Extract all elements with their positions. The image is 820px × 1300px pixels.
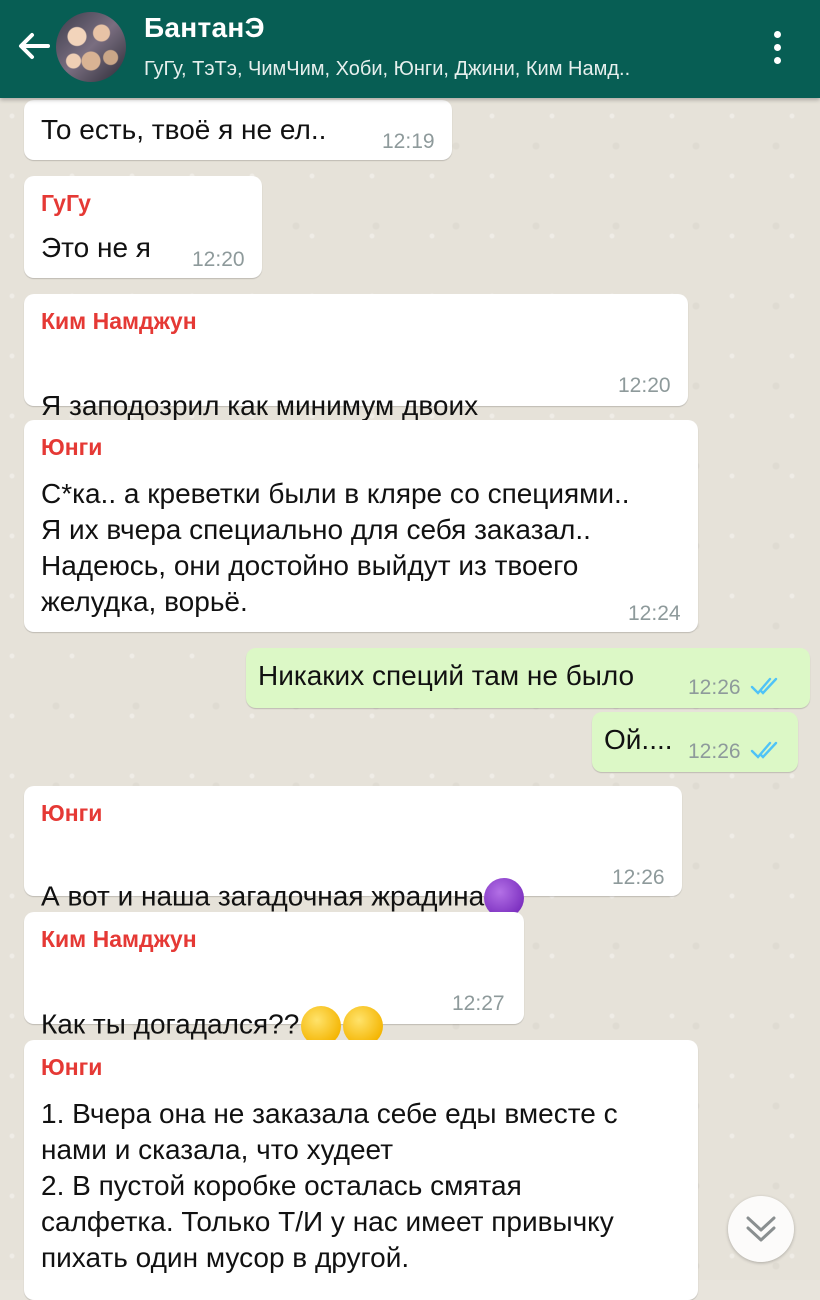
- message-bubble[interactable]: Юнги С*ка.. а креветки были в кляре со с…: [24, 420, 698, 632]
- message-text: Ой....: [604, 724, 673, 755]
- message-sender[interactable]: ГуГу: [41, 190, 91, 217]
- back-button[interactable]: [14, 26, 54, 66]
- message-sender[interactable]: Ким Намджун: [41, 926, 197, 953]
- scroll-to-bottom-button[interactable]: [728, 1196, 794, 1262]
- message-text: Это не я: [41, 232, 151, 263]
- message-text: С*ка.. а креветки были в кляре со специя…: [41, 478, 630, 617]
- message-text: А вот и наша загадочная жрадина: [41, 842, 525, 945]
- message-text: Как ты догадался??: [41, 970, 384, 1076]
- message-bubble[interactable]: То есть, твоё я не ел.. 12:19: [24, 100, 452, 160]
- message-text: 1. Вчера она не заказала себе еды вместе…: [41, 1098, 618, 1273]
- message-bubble[interactable]: Ким Намджун Я заподозрил как минимум дво…: [24, 294, 688, 488]
- message-bubble-outgoing[interactable]: Никаких специй там не было 12:26: [246, 648, 810, 708]
- message-text: То есть, твоё я не ел..: [41, 114, 327, 145]
- message-sender[interactable]: Юнги: [41, 434, 102, 461]
- message-time: 12:26: [688, 740, 741, 763]
- message-bubble-outgoing[interactable]: Ой.... 12:26: [592, 712, 798, 772]
- more-vertical-icon[interactable]: [760, 24, 794, 70]
- message-time: 12:20: [192, 248, 245, 271]
- chat-title[interactable]: БантанЭ: [144, 12, 265, 44]
- message-time: 12:26: [688, 676, 741, 699]
- message-text: Никаких специй там не было: [258, 660, 635, 691]
- message-sender[interactable]: Юнги: [41, 1054, 102, 1081]
- chat-participants: ГуГу, ТэТэ, ЧимЧим, Хоби, Юнги, Джини, К…: [144, 58, 631, 80]
- double-check-icon: [750, 677, 778, 695]
- message-text-content: А вот и наша загадочная жрадина: [41, 880, 485, 912]
- message-bubble[interactable]: Ким Намджун Как ты догадался?? 12:27: [24, 912, 524, 1076]
- group-avatar[interactable]: [56, 12, 126, 82]
- message-text-content: Я заподозрил как минимум двоих: [41, 390, 479, 421]
- message-sender[interactable]: Ким Намджун: [41, 308, 197, 335]
- message-bubble[interactable]: Юнги 1. Вчера она не заказала себе еды в…: [24, 1040, 698, 1300]
- chat-header: БантанЭ ГуГу, ТэТэ, ЧимЧим, Хоби, Юнги, …: [0, 0, 820, 98]
- double-check-icon: [750, 741, 778, 759]
- message-time: 12:26: [612, 866, 665, 889]
- message-sender[interactable]: Юнги: [41, 800, 102, 827]
- message-bubble[interactable]: ГуГу Это не я 12:20: [24, 176, 262, 278]
- message-time: 12:27: [452, 992, 505, 1015]
- message-bubble[interactable]: Юнги А вот и наша загадочная жрадина 12:…: [24, 786, 682, 945]
- message-time: 12:20: [618, 374, 671, 397]
- chevron-double-down-icon: [746, 1216, 776, 1242]
- arrow-left-icon: [19, 33, 50, 59]
- message-text-content: Как ты догадался??: [41, 1008, 300, 1040]
- message-time: 12:19: [382, 130, 435, 153]
- message-time: 12:24: [628, 602, 681, 625]
